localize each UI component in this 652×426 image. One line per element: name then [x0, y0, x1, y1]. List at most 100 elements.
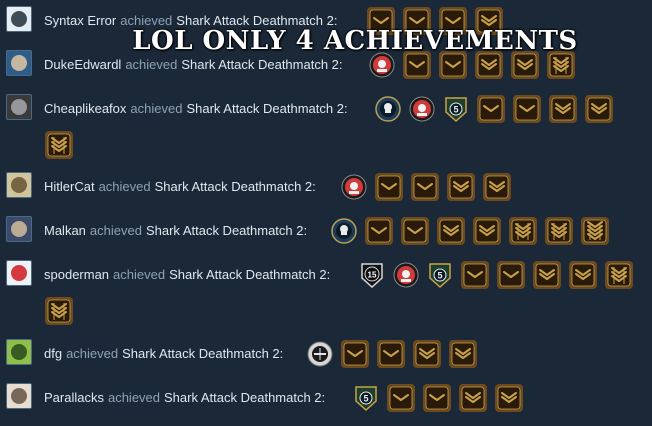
achievement-chevron-rank-2-icon [411, 173, 439, 201]
achieved-label: achieved [107, 390, 161, 405]
achievement-star-five-medal-icon: 5 [429, 263, 451, 289]
achievement-badges [368, 48, 582, 82]
achievement-chevron-rank-2-icon [401, 217, 429, 245]
activity-line: HitlerCat achieved Shark Attack Deathmatch… [44, 170, 316, 204]
achievement-badges: 5 [352, 381, 530, 415]
avatar-glyph-icon [11, 344, 27, 360]
painting-avatar[interactable] [6, 50, 32, 76]
achieved-label: achieved [113, 267, 166, 282]
achievement-chevron-rank-2-icon [377, 340, 405, 368]
avatar-glyph-icon [11, 265, 27, 281]
svg-text:5: 5 [363, 394, 368, 404]
achievement-chevron-rank-2-icon [439, 7, 467, 35]
achievement-chevron-rank-3-icon [437, 217, 465, 245]
achievement-red-medal-icon [409, 96, 435, 122]
achieved-label: achieved [130, 101, 183, 116]
achievement-skull-medal-icon [331, 218, 357, 244]
achieved-label: achieved [89, 223, 142, 238]
gasmask-avatar[interactable] [6, 94, 32, 120]
achievement-badges: 15 5 [358, 258, 640, 292]
achievement-chevron-rank-5-icon [509, 217, 537, 245]
avatar-glyph-icon [11, 11, 27, 27]
user-name-link[interactable]: Parallacks [44, 381, 104, 415]
activity-line: dfg achieved Shark Attack Deathmatch 2: [44, 337, 283, 371]
achieved-label: achieved [125, 57, 178, 72]
activity-line: spoderman achieved Shark Attack Deathmatch… [44, 258, 330, 292]
achievement-skull-medal-icon [375, 96, 401, 122]
dog-avatar[interactable] [6, 383, 32, 409]
achievement-chevron-rank-1-icon [477, 95, 505, 123]
user-name-link[interactable]: DukeEdwardl [44, 48, 121, 82]
achievement-chevron-rank-2-icon [497, 261, 525, 289]
tree-avatar[interactable] [6, 339, 32, 365]
achievement-chevron-rank-3-icon [475, 51, 503, 79]
achievement-badges-overflow [44, 294, 80, 328]
achievement-chevron-rank-2-icon [513, 95, 541, 123]
achieved-label: achieved [66, 346, 119, 361]
achievement-star-five-medal-icon: 5 [355, 386, 377, 412]
user-name-link[interactable]: dfg [44, 337, 62, 371]
achievement-red-medal-icon [341, 174, 367, 200]
cat-avatar[interactable] [6, 172, 32, 198]
avatar-glyph-icon [11, 221, 27, 237]
avatar-glyph-icon [11, 177, 27, 193]
achievement-chevron-rank-3-icon [549, 95, 577, 123]
activity-line: Cheaplikeafox achieved Shark Attack Deathm… [44, 92, 348, 126]
spider-avatar[interactable] [6, 260, 32, 286]
activity-feed: Syntax Error achieved Shark Attack Deathma… [0, 0, 652, 426]
avatar-glyph-icon [11, 388, 27, 404]
avatar-glyph-icon [11, 55, 27, 71]
achievement-round-fifteen-icon: 15 [361, 263, 383, 289]
user-name-link[interactable]: spoderman [44, 258, 109, 292]
achievement-chevron-rank-4-icon [473, 217, 501, 245]
game-name-link[interactable]: Shark Attack Deathmatch 2: [164, 381, 325, 415]
achievement-chevron-rank-4-icon [569, 261, 597, 289]
achieved-label: achieved [98, 179, 151, 194]
achieved-label: achieved [120, 13, 173, 28]
achievement-chevron-rank-4-icon [483, 173, 511, 201]
svg-text:5: 5 [453, 105, 458, 115]
achievement-badges-overflow [44, 128, 80, 162]
achievement-badges [306, 337, 484, 371]
achievement-chevron-rank-2-icon [439, 51, 467, 79]
achievement-chevron-rank-4-icon [495, 384, 523, 412]
game-name-link[interactable]: Shark Attack Deathmatch 2: [155, 170, 316, 204]
game-name-link[interactable]: Shark Attack Deathmatch 2: [186, 92, 347, 126]
achievement-chevron-rank-1-icon [365, 217, 393, 245]
achievement-chevron-rank-4-icon [511, 51, 539, 79]
soldier-avatar[interactable] [6, 216, 32, 242]
achievement-badges [340, 170, 518, 204]
achievement-chevron-rank-5-icon [547, 51, 575, 79]
achievement-star-five-medal-icon: 5 [445, 97, 467, 123]
game-name-link[interactable]: Shark Attack Deathmatch 2: [146, 214, 307, 248]
tie-figure-avatar[interactable] [6, 6, 32, 32]
achievement-chevron-rank-5-icon [605, 261, 633, 289]
user-name-link[interactable]: Syntax Error [44, 4, 116, 38]
achievement-chevron-rank-1-icon [375, 173, 403, 201]
achievement-chevron-rank-2-icon [423, 384, 451, 412]
user-name-link[interactable]: Cheaplikeafox [44, 92, 126, 126]
achievement-chevron-rank-4-icon [585, 95, 613, 123]
achievement-chevron-rank-1-icon [341, 340, 369, 368]
game-name-link[interactable]: Shark Attack Deathmatch 2: [176, 4, 337, 38]
achievement-red-medal-icon [369, 52, 395, 78]
achievement-chevron-rank-1-icon [461, 261, 489, 289]
user-name-link[interactable]: Malkan [44, 214, 86, 248]
achievement-badges: 5 [374, 92, 620, 126]
achievement-chevron-rank-6-icon [45, 297, 73, 325]
activity-line: Parallacks achieved Shark Attack Deathmatc… [44, 381, 325, 415]
game-name-link[interactable]: Shark Attack Deathmatch 2: [169, 258, 330, 292]
achievement-chevron-rank-1-icon [403, 7, 431, 35]
activity-line: Malkan achieved Shark Attack Deathmatch 2: [44, 214, 307, 248]
achievement-badges [366, 4, 510, 38]
achievement-chevron-rank-4-icon [449, 340, 477, 368]
achievement-chevron-rank-1-icon [387, 384, 415, 412]
svg-text:5: 5 [437, 271, 442, 281]
achievement-chevron-rank-3-icon [533, 261, 561, 289]
game-name-link[interactable]: Shark Attack Deathmatch 2: [122, 337, 283, 371]
user-name-link[interactable]: HitlerCat [44, 170, 95, 204]
achievement-red-medal-icon [393, 262, 419, 288]
achievement-chevron-rank-7-icon [581, 217, 609, 245]
achievement-chevron-rank-5-icon [45, 131, 73, 159]
game-name-link[interactable]: Shark Attack Deathmatch 2: [181, 48, 342, 82]
